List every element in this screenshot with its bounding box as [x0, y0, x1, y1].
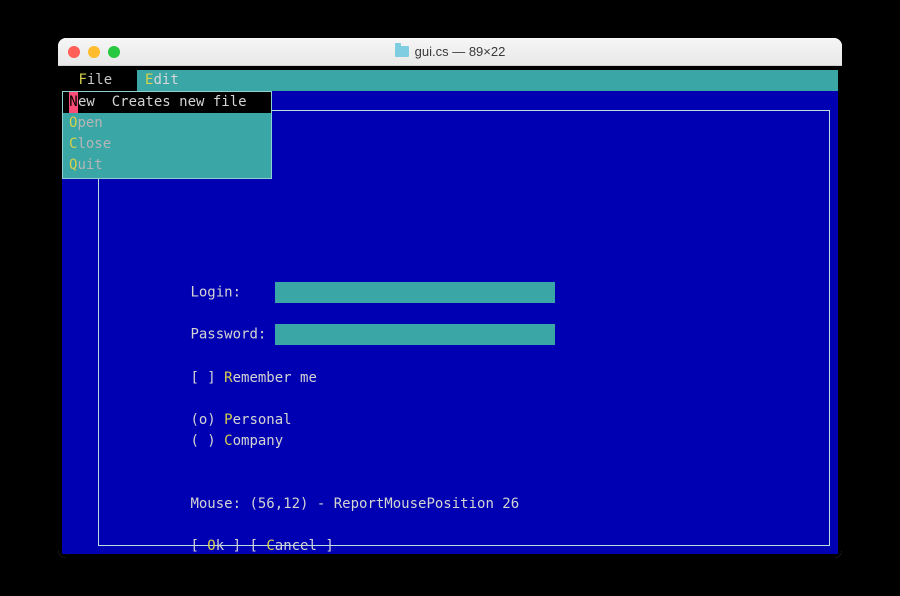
mouse-status-text: Mouse: (56,12) - ReportMousePosition 26 [190, 496, 519, 512]
remember-hotkey: R [224, 370, 232, 386]
window-title-text: gui.cs — 89×22 [415, 44, 506, 59]
password-input[interactable] [275, 324, 555, 345]
menu-edit[interactable]: Edit [137, 70, 187, 91]
terminal-viewport: File Edit Login: Password: [ ] Remember … [58, 66, 842, 558]
minimize-icon[interactable] [88, 46, 100, 58]
menu-file-rest: ile [87, 72, 112, 88]
titlebar: gui.cs — 89×22 [58, 38, 842, 66]
radio-company-mark: ( ) [190, 433, 224, 449]
radio-company-hotkey: C [224, 433, 232, 449]
remember-checkbox-box: [ ] [190, 370, 224, 386]
dropdown-quit-rest: uit [77, 155, 102, 176]
radio-company[interactable]: ( ) Company [123, 410, 283, 473]
dropdown-quit-hotkey: Q [69, 155, 77, 176]
menu-file[interactable]: File [62, 70, 137, 91]
cancel-close: ] [317, 538, 334, 554]
menubar: File Edit [62, 70, 838, 91]
ok-rest: k [216, 538, 224, 554]
menu-edit-rest: dit [153, 72, 178, 88]
dropdown-open-rest: pen [77, 113, 102, 134]
dropdown-new-rest: ew [78, 92, 95, 113]
button-row: [ Ok ] [ Cancel ] [123, 515, 334, 558]
macos-window: gui.cs — 89×22 File Edit Login: Password… [58, 38, 842, 558]
window-title: gui.cs — 89×22 [395, 44, 506, 59]
dropdown-item-close[interactable]: Close [63, 134, 271, 155]
file-dropdown: New Creates new file Open Close Quit [62, 91, 272, 179]
zoom-icon[interactable] [108, 46, 120, 58]
dropdown-close-rest: lose [77, 134, 111, 155]
cancel-rest: ancel [275, 538, 317, 554]
cursor-icon: N [69, 92, 78, 113]
close-icon[interactable] [68, 46, 80, 58]
cancel-hotkey: C [266, 538, 274, 554]
menu-file-hotkey: F [78, 72, 86, 88]
login-input[interactable] [275, 282, 555, 303]
cancel-open: [ [249, 538, 266, 554]
ok-button[interactable]: [ Ok ] [190, 538, 241, 554]
login-label: Login: [190, 285, 241, 301]
cancel-button[interactable]: [ Cancel ] [249, 538, 333, 554]
folder-icon [395, 46, 409, 57]
dropdown-new-hint: Creates new file [112, 92, 247, 113]
ok-close: ] [224, 538, 241, 554]
dropdown-item-new[interactable]: New Creates new file [63, 92, 271, 113]
dropdown-item-open[interactable]: Open [63, 113, 271, 134]
dropdown-close-hotkey: C [69, 134, 77, 155]
remember-rest: emember me [233, 370, 317, 386]
radio-company-rest: ompany [233, 433, 284, 449]
traffic-lights [68, 46, 120, 58]
ok-open: [ [190, 538, 207, 554]
dropdown-item-quit[interactable]: Quit [63, 155, 271, 176]
dropdown-open-hotkey: O [69, 113, 77, 134]
ok-hotkey: O [207, 538, 215, 554]
password-label: Password: [190, 327, 266, 343]
